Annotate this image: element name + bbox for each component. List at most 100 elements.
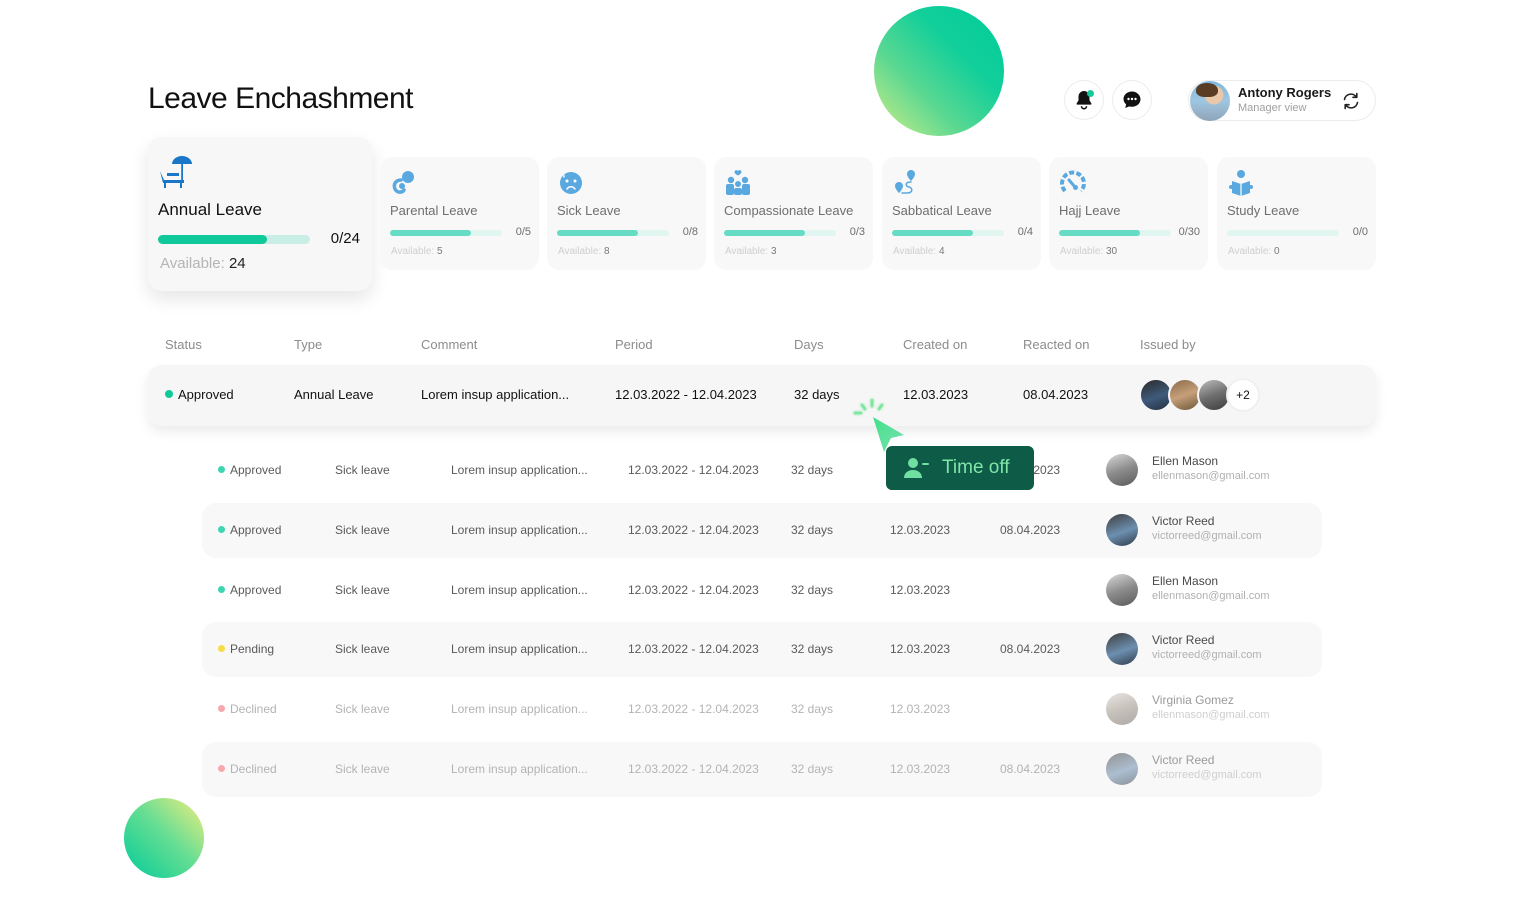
card-title: Sick Leave xyxy=(557,203,621,218)
available-label: Available: xyxy=(725,246,769,257)
available-label: Available: xyxy=(1060,246,1104,257)
leave-type: Sick leave xyxy=(335,702,390,716)
leave-count: 0/8 xyxy=(682,226,698,238)
leave-type: Sick leave xyxy=(335,463,390,477)
card-title: Hajj Leave xyxy=(1059,203,1121,218)
user-profile-chip[interactable]: Antony Rogers Manager view xyxy=(1188,80,1376,121)
column-header-issued-by[interactable]: Issued by xyxy=(1140,337,1196,352)
avatar xyxy=(1190,81,1230,121)
column-header-period[interactable]: Period xyxy=(615,337,653,352)
column-header-comment[interactable]: Comment xyxy=(421,337,477,352)
status-dot xyxy=(218,765,225,772)
table-row[interactable]: Declined Sick leave Lorem insup applicat… xyxy=(202,742,1322,797)
decorative-gradient-circle xyxy=(874,6,1004,136)
person-email: ellenmason@gmail.com xyxy=(1152,590,1270,602)
available-days: Available: 3 xyxy=(725,246,777,257)
available-label: Available: xyxy=(558,246,602,257)
dial-gauge-icon xyxy=(1060,170,1086,193)
reacted-on: 08.04.2023 xyxy=(1000,642,1061,656)
column-header-status[interactable]: Status xyxy=(165,337,202,352)
leave-count: 0/24 xyxy=(330,230,360,247)
reacted-on: 08.04.2023 xyxy=(1000,762,1061,776)
progress-bar xyxy=(390,230,502,236)
status-badge: Approved xyxy=(165,387,234,402)
person-name: Victor Reed xyxy=(1152,633,1215,647)
reacted-on: 08.04.2023 xyxy=(1000,523,1061,537)
table-row[interactable]: Approved Sick leave Lorem insup applicat… xyxy=(202,563,1322,618)
progress-fill xyxy=(158,235,268,244)
status-label: Declined xyxy=(230,762,277,776)
status-dot xyxy=(218,705,225,712)
comment: Lorem insup application... xyxy=(451,702,588,716)
days: 32 days xyxy=(794,387,840,402)
progress-bar xyxy=(557,230,669,236)
status-label: Approved xyxy=(230,523,282,537)
days: 32 days xyxy=(791,702,834,716)
days: 32 days xyxy=(791,463,834,477)
status-badge: Declined xyxy=(218,702,277,716)
column-header-created-on[interactable]: Created on xyxy=(903,337,967,352)
leave-count: 0/3 xyxy=(849,226,865,238)
card-title: Sabbatical Leave xyxy=(892,203,992,218)
person-name: Victor Reed xyxy=(1152,753,1215,767)
available-days: Available: 8 xyxy=(558,246,610,257)
leave-card-study[interactable]: Study Leave 0/0 Available: 0 xyxy=(1217,157,1376,270)
days: 32 days xyxy=(791,523,834,537)
table-row[interactable]: Pending Sick leave Lorem insup applicati… xyxy=(202,622,1322,677)
period: 12.03.2022 - 12.04.2023 xyxy=(628,523,759,537)
refresh-icon[interactable] xyxy=(1341,91,1361,111)
progress-fill xyxy=(724,230,805,236)
table-row[interactable]: Approved Sick leave Lorem insup applicat… xyxy=(202,503,1322,558)
leave-card-hajj[interactable]: Hajj Leave 0/30 Available: 30 xyxy=(1049,157,1208,270)
notifications-button[interactable] xyxy=(1064,80,1104,120)
period: 12.03.2022 - 12.04.2023 xyxy=(628,463,759,477)
progress-bar xyxy=(1059,230,1171,236)
more-avatars-count[interactable]: +2 xyxy=(1226,378,1260,412)
available-value: 30 xyxy=(1105,246,1118,257)
messages-button[interactable] xyxy=(1112,80,1152,120)
available-value: 8 xyxy=(603,246,610,257)
person-name: Virginia Gomez xyxy=(1152,693,1234,707)
progress-fill xyxy=(1059,230,1140,236)
status-dot xyxy=(218,645,225,652)
status-badge: Approved xyxy=(218,523,281,537)
person-email: ellenmason@gmail.com xyxy=(1152,470,1270,482)
user-name: Antony Rogers xyxy=(1238,85,1332,100)
leave-card-compassionate[interactable]: Compassionate Leave 0/3 Available: 3 xyxy=(714,157,873,270)
available-value: 3 xyxy=(770,246,777,257)
comment: Lorem insup application... xyxy=(451,583,588,597)
days: 32 days xyxy=(791,642,834,656)
progress-fill xyxy=(557,230,638,236)
avatar xyxy=(1106,574,1138,606)
table-row[interactable]: Declined Sick leave Lorem insup applicat… xyxy=(202,682,1322,737)
available-days: Available: 4 xyxy=(893,246,945,257)
card-title: Study Leave xyxy=(1227,203,1300,218)
leave-type: Sick leave xyxy=(335,583,390,597)
available-days: Available: 24 xyxy=(160,255,246,272)
available-days: Available: 0 xyxy=(1228,246,1280,257)
avatar xyxy=(1106,514,1138,546)
available-label: Available: xyxy=(893,246,937,257)
table-row[interactable]: Approved Sick leave Lorem insup applicat… xyxy=(202,443,1322,498)
column-header-reacted-on[interactable]: Reacted on xyxy=(1023,337,1090,352)
created-on: 12.03.2023 xyxy=(890,523,951,537)
leave-card-annual[interactable]: Annual Leave 0/24 Available: 24 xyxy=(148,137,372,291)
leave-card-parental[interactable]: Parental Leave 0/5 Available: 5 xyxy=(380,157,539,270)
created-on: 12.03.2023 xyxy=(890,762,951,776)
status-dot xyxy=(218,466,225,473)
leave-card-sick[interactable]: Sick Leave 0/8 Available: 8 xyxy=(547,157,706,270)
reacted-on: 08.04.2023 xyxy=(1023,387,1089,402)
status-dot xyxy=(165,390,173,398)
table-row-expanded[interactable]: Approved Annual Leave Lorem insup applic… xyxy=(148,365,1376,426)
time-off-tooltip[interactable]: Time off xyxy=(886,446,1034,490)
days: 32 days xyxy=(791,762,834,776)
column-header-days[interactable]: Days xyxy=(794,337,824,352)
route-pin-icon xyxy=(895,170,915,194)
available-label: Available: xyxy=(1228,246,1272,257)
status-label: Approved xyxy=(230,463,282,477)
column-header-type[interactable]: Type xyxy=(294,337,322,352)
leave-card-sabbatical[interactable]: Sabbatical Leave 0/4 Available: 4 xyxy=(882,157,1041,270)
user-minus-icon xyxy=(904,458,929,478)
person-email: victorreed@gmail.com xyxy=(1152,769,1262,781)
leave-count: 0/0 xyxy=(1352,226,1368,238)
